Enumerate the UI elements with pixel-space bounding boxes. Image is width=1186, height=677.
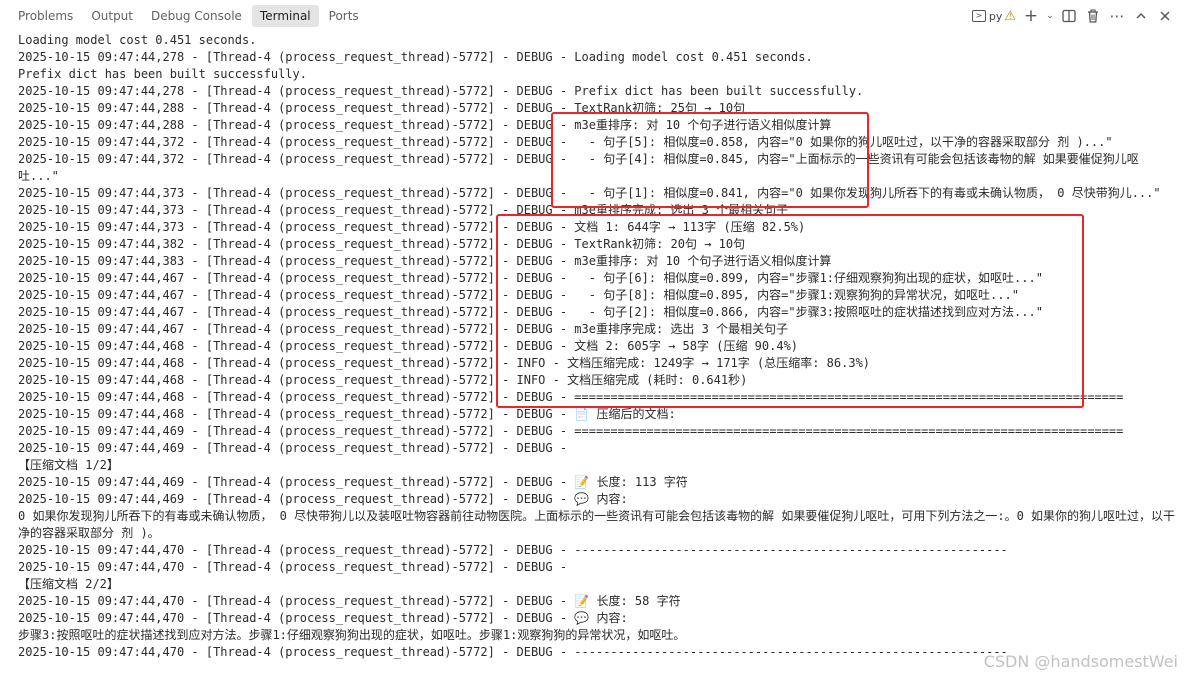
tab-terminal[interactable]: Terminal [251, 5, 319, 27]
maximize-panel-icon [1136, 13, 1146, 19]
launch-profile-button[interactable]: ⌄ [1044, 5, 1056, 27]
terminal-line: 2025-10-15 09:47:44,468 - [Thread-4 (pro… [18, 407, 676, 421]
terminal-line: 【压缩文档 1/2】 [18, 458, 119, 472]
tab-problems[interactable]: Problems [10, 5, 81, 27]
terminal-line: 步骤3:按照呕吐的症状描述找到应对方法。步骤1:仔细观察狗狗出现的症状，如呕吐。… [18, 628, 686, 642]
terminal-line: Prefix dict has been built successfully. [18, 67, 307, 81]
panel-actions: > py ⚠ + ⌄ ⋯ [970, 5, 1176, 27]
trash-icon [1088, 9, 1098, 23]
new-terminal-button[interactable]: + [1020, 5, 1042, 27]
terminal-line: 2025-10-15 09:47:44,383 - [Thread-4 (pro… [18, 254, 832, 268]
terminal-line: 2025-10-15 09:47:44,372 - [Thread-4 (pro… [18, 152, 1139, 183]
warning-icon: ⚠ [1004, 8, 1016, 24]
close-icon [1160, 11, 1170, 21]
terminal-line: 2025-10-15 09:47:44,467 - [Thread-4 (pro… [18, 322, 789, 336]
tab-ports[interactable]: Ports [321, 5, 367, 27]
terminal-line: 2025-10-15 09:47:44,469 - [Thread-4 (pro… [18, 424, 1124, 438]
terminal-line: 2025-10-15 09:47:44,373 - [Thread-4 (pro… [18, 186, 1161, 200]
split-terminal-button[interactable] [1058, 5, 1080, 27]
terminal-line: 【压缩文档 2/2】 [18, 577, 119, 591]
terminal-line: 2025-10-15 09:47:44,468 - [Thread-4 (pro… [18, 390, 1124, 404]
new-terminal-plus-icon: + [1023, 6, 1039, 26]
terminal-line: 0 如果你发现狗儿所吞下的有毒或未确认物质， 0 尽快带狗儿以及装呕吐物容器前往… [18, 509, 1176, 540]
tab-debug-console[interactable]: Debug Console [143, 5, 250, 27]
terminal-name: py [988, 9, 1003, 23]
terminal-line: 2025-10-15 09:47:44,468 - [Thread-4 (pro… [18, 339, 799, 353]
terminal-line: 2025-10-15 09:47:44,467 - [Thread-4 (pro… [18, 271, 1043, 285]
terminal-line: 2025-10-15 09:47:44,373 - [Thread-4 (pro… [18, 220, 806, 234]
terminal-shell-icon: > [971, 10, 986, 22]
kill-terminal-button[interactable] [1082, 5, 1104, 27]
watermark: CSDN @handsomestWei [983, 652, 1178, 671]
terminal-line: 2025-10-15 09:47:44,373 - [Thread-4 (pro… [18, 203, 789, 217]
terminal-selector[interactable]: > py ⚠ [970, 5, 1018, 27]
terminal-line: 2025-10-15 09:47:44,372 - [Thread-4 (pro… [18, 135, 1113, 149]
terminal-output[interactable]: Loading model cost 0.451 seconds. 2025-10… [18, 32, 1178, 677]
chevron-down-icon: ⌄ [1046, 11, 1054, 21]
terminal-line: 2025-10-15 09:47:44,278 - [Thread-4 (pro… [18, 84, 864, 98]
terminal-line: 2025-10-15 09:47:44,470 - [Thread-4 (pro… [18, 560, 568, 574]
terminal-line: 2025-10-15 09:47:44,469 - [Thread-4 (pro… [18, 492, 628, 506]
more-icon: ⋯ [1109, 7, 1125, 25]
terminal-line: Loading model cost 0.451 seconds. [18, 33, 257, 47]
terminal-line: 2025-10-15 09:47:44,468 - [Thread-4 (pro… [18, 373, 748, 387]
terminal-line: 2025-10-15 09:47:44,470 - [Thread-4 (pro… [18, 611, 628, 625]
terminal-line: 2025-10-15 09:47:44,467 - [Thread-4 (pro… [18, 288, 1019, 302]
terminal-line: 2025-10-15 09:47:44,470 - [Thread-4 (pro… [18, 594, 681, 608]
terminal-line: 2025-10-15 09:47:44,469 - [Thread-4 (pro… [18, 475, 688, 489]
split-terminal-icon [1062, 9, 1076, 23]
terminal-scrollbar[interactable] [1178, 32, 1186, 677]
maximize-panel-button[interactable] [1130, 5, 1152, 27]
terminal-line: 2025-10-15 09:47:44,278 - [Thread-4 (pro… [18, 50, 813, 64]
terminal-line: 2025-10-15 09:47:44,469 - [Thread-4 (pro… [18, 441, 568, 455]
tab-output[interactable]: Output [83, 5, 141, 27]
more-actions-button[interactable]: ⋯ [1106, 5, 1128, 27]
terminal-line: 2025-10-15 09:47:44,468 - [Thread-4 (pro… [18, 356, 871, 370]
terminal-line: 2025-10-15 09:47:44,288 - [Thread-4 (pro… [18, 118, 832, 132]
terminal-line: 2025-10-15 09:47:44,470 - [Thread-4 (pro… [18, 543, 1008, 557]
terminal-line: 2025-10-15 09:47:44,467 - [Thread-4 (pro… [18, 305, 1043, 319]
panel-tab-bar: Problems Output Debug Console Terminal P… [0, 0, 1186, 32]
terminal-line: 2025-10-15 09:47:44,382 - [Thread-4 (pro… [18, 237, 746, 251]
close-panel-button[interactable] [1154, 5, 1176, 27]
terminal-line: 2025-10-15 09:47:44,288 - [Thread-4 (pro… [18, 101, 746, 115]
